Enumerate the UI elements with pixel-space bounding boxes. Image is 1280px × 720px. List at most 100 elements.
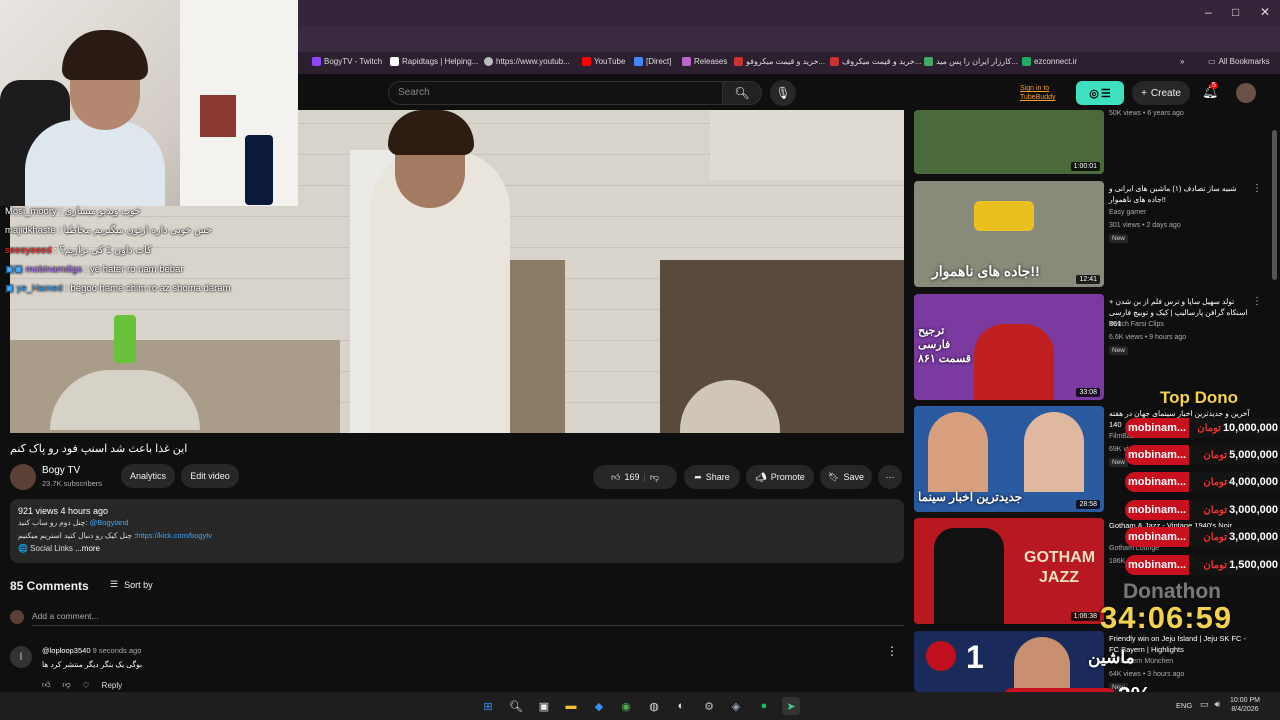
bookmark-item[interactable]: [Direct] — [634, 57, 671, 66]
account-avatar[interactable] — [1236, 83, 1256, 103]
file-explorer-icon[interactable]: ▬ — [562, 697, 580, 715]
more-actions-button[interactable]: ⋯ — [878, 465, 902, 489]
bookmark-item[interactable]: BogyTV - Twitch — [312, 57, 382, 66]
donor-name: mobinam... — [1125, 445, 1189, 465]
bookmark-item[interactable]: YouTube — [582, 57, 625, 66]
currency-label: تومان — [1203, 504, 1228, 516]
bookmark-favicon-icon — [734, 57, 743, 66]
tubebuddy-signin-link[interactable]: Sign in to TubeBuddy — [1020, 84, 1056, 102]
voice-search-button[interactable]: 🎙︎ — [770, 80, 796, 106]
chat-text: خوب ویدیو میسازی — [64, 206, 141, 217]
user-avatar — [10, 610, 24, 624]
volume-icon[interactable]: 🔊︎ — [1215, 699, 1221, 710]
video-scene-hood — [710, 110, 904, 180]
comment-menu-icon[interactable]: ⋮ — [886, 644, 898, 658]
bookmark-favicon-icon — [634, 57, 643, 66]
sidebar-title[interactable]: شبیه ساز تصادف (۱) ماشین های ایرانی و جا… — [1109, 183, 1251, 205]
bookmark-item[interactable]: کارزار ایران را پس مید... — [924, 57, 1018, 66]
vscode-icon[interactable]: ◆ — [590, 697, 608, 715]
sidebar-thumbnail[interactable]: ترجیح فارسی قسمت ۸۶۱ 33:08 — [914, 294, 1104, 400]
thumbnail-overlay-text: جاده های ناهموار!! — [932, 263, 1040, 279]
description-link[interactable]: @Bogyland — [90, 518, 129, 527]
sidebar-thumbnail[interactable]: جدیدترین اخبار سینما 28:58 — [914, 406, 1104, 512]
description-link[interactable]: https://kick.com/bogytv — [136, 531, 212, 540]
app-icon[interactable]: ◐ — [672, 697, 690, 715]
video-duration: 1:00:01 — [1070, 162, 1100, 171]
search-input[interactable] — [388, 81, 724, 105]
more-bookmarks-button[interactable]: » — [1180, 57, 1184, 66]
share-button[interactable]: ➦ Share — [684, 465, 740, 489]
channel-avatar[interactable] — [10, 464, 36, 490]
donor-row: mobinam... تومان 4,000,000 — [1125, 472, 1280, 492]
sidebar-thumbnail[interactable]: GOTHAM JAZZ 1:06:38 — [914, 518, 1104, 624]
language-indicator[interactable]: ENG — [1176, 701, 1192, 710]
edit-video-label: Edit video — [190, 471, 230, 481]
clock[interactable]: 10:00 PM 8/4/2026 — [1230, 696, 1260, 714]
promote-label: Promote — [770, 472, 805, 482]
reply-button[interactable]: Reply — [102, 681, 122, 690]
views-and-date: 921 views 4 hours ago — [18, 506, 109, 516]
all-bookmarks-button[interactable]: ▭ All Bookmarks — [1208, 57, 1270, 66]
sidebar-channel[interactable]: Twitch Farsi Clips — [1109, 321, 1164, 328]
obs-icon[interactable]: ◍ — [645, 697, 663, 715]
webcam-poster — [200, 95, 236, 137]
minimize-button[interactable]: – — [1205, 5, 1212, 19]
start-icon[interactable]: ⊞ — [479, 697, 497, 715]
chrome-icon[interactable]: ◉ — [617, 697, 635, 715]
bookmark-label: Rapidtags | Helping... — [402, 57, 479, 66]
promote-button[interactable]: 📣︎ Promote — [746, 465, 814, 489]
streaming-app-icon[interactable]: ➤ — [782, 697, 800, 715]
donor-row: mobinam... تومان 5,000,000 — [1125, 445, 1280, 465]
bookmark-item[interactable]: Rapidtags | Helping... — [390, 57, 478, 66]
network-icon[interactable]: ▭ — [1200, 699, 1209, 710]
show-more-link[interactable]: ...more — [75, 544, 100, 553]
save-button[interactable]: 🔖︎ Save — [820, 465, 872, 489]
close-button[interactable]: ✕ — [1260, 5, 1270, 19]
notification-badge: 5 — [1210, 82, 1218, 89]
bookmark-item[interactable]: Releases — [682, 57, 727, 66]
bookmark-item[interactable]: https://www.youtub... — [484, 57, 570, 66]
steam-icon[interactable]: ◈ — [727, 697, 745, 715]
sidebar-channel[interactable]: Easy gamer — [1109, 209, 1146, 216]
tubebuddy-button[interactable]: ◎ ☰ — [1076, 81, 1124, 105]
sidebar-thumbnail[interactable]: 1:00:01 — [914, 110, 1104, 174]
webcam-body — [25, 120, 165, 206]
currency-label: تومان — [1203, 449, 1228, 461]
heart-icon[interactable]: ♡ — [83, 681, 90, 690]
search-icon[interactable]: 🔍︎ — [507, 697, 525, 715]
more-vertical-icon[interactable]: ⋮ — [1252, 183, 1262, 194]
sort-by-button[interactable]: ☰ Sort by — [110, 579, 153, 590]
search-placeholder: Search — [398, 87, 430, 98]
bookmark-label: خرید و قیمت میکروفو... — [746, 57, 826, 66]
bookmark-item[interactable]: ezconnect.ir — [1022, 57, 1077, 66]
comment-dislike-icon[interactable]: 👎︎ — [62, 680, 70, 690]
system-tray[interactable]: ▭ 🔊︎ — [1200, 699, 1220, 710]
create-button[interactable]: + Create — [1132, 81, 1190, 105]
settings-icon[interactable]: ⚙ — [700, 697, 718, 715]
more-vertical-icon[interactable]: ⋮ — [1252, 296, 1262, 307]
bookmark-favicon-icon — [924, 57, 933, 66]
maximize-button[interactable]: □ — [1232, 5, 1239, 19]
sidebar-scrollbar[interactable] — [1272, 130, 1277, 280]
edit-video-button[interactable]: Edit video — [181, 464, 239, 488]
like-button[interactable]: 👍︎ 169 — [611, 472, 639, 483]
sidebar-thumbnail[interactable]: 1 — [914, 631, 1104, 692]
comment-like-icon[interactable]: 👍︎ — [42, 680, 50, 690]
task-view-icon[interactable]: ▣ — [535, 697, 553, 715]
webcam-lamp — [245, 135, 273, 205]
bookmark-item[interactable]: خرید و قیمت میکروفو... — [734, 57, 825, 66]
donor-row: mobinam... تومان 3,000,000 — [1125, 500, 1280, 520]
channel-name[interactable]: Bogy TV — [42, 465, 80, 476]
commenter-avatar[interactable]: l — [10, 646, 32, 668]
bookmark-item[interactable]: خرید و قیمت میکروف... — [830, 57, 921, 66]
sidebar-thumbnail[interactable]: جاده های ناهموار!! 12:41 — [914, 181, 1104, 287]
analytics-button[interactable]: Analytics — [121, 464, 175, 488]
clock-time: 10:00 PM — [1230, 697, 1260, 704]
webcam-door — [180, 0, 298, 206]
comment-username[interactable]: @loploop3540 — [42, 646, 91, 655]
add-comment-input[interactable]: Add a comment... — [32, 611, 99, 621]
dislike-button[interactable]: 👎︎ — [650, 472, 659, 483]
thumbnail-overlay-text: 1 — [966, 639, 984, 675]
spotify-icon[interactable]: ● — [755, 697, 773, 715]
search-button[interactable]: 🔍︎ — [722, 81, 762, 105]
